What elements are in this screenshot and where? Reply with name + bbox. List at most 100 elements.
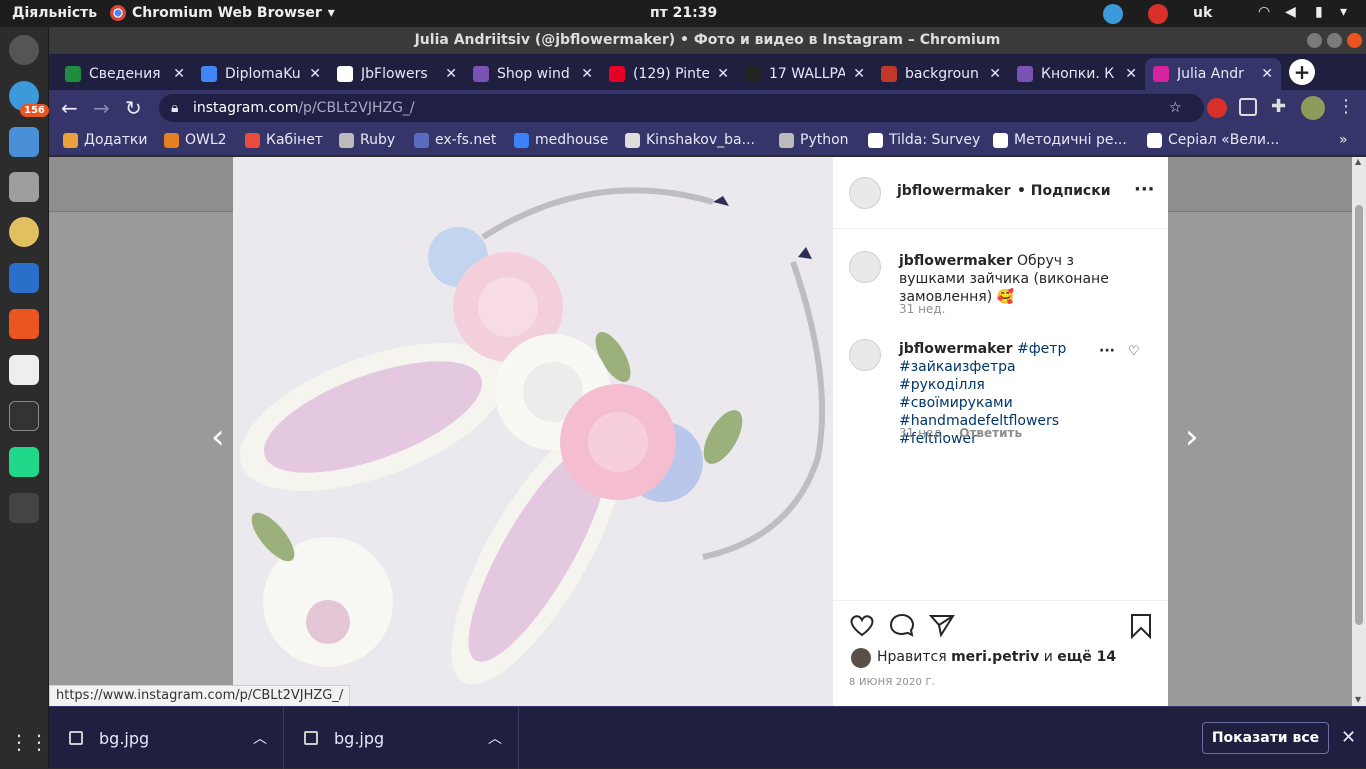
close-tab-icon[interactable]: ✕	[1261, 66, 1273, 82]
clock[interactable]: пт 21:39	[650, 5, 717, 21]
close-window-button[interactable]	[1347, 33, 1362, 48]
show-apps-icon[interactable]: ⋮⋮	[9, 727, 49, 757]
cast-extension-icon[interactable]	[1239, 98, 1257, 116]
save-bookmark-icon[interactable]	[1129, 613, 1153, 639]
bookmark-ex-fs[interactable]: ex-fs.net	[414, 132, 496, 148]
profile-avatar[interactable]	[1301, 96, 1325, 120]
tab-8[interactable]: Кнопки. К ✕	[1009, 58, 1145, 90]
likes-user[interactable]: meri.petriv	[951, 649, 1039, 665]
close-tab-icon[interactable]: ✕	[581, 66, 593, 82]
wifi-icon[interactable]: ◠	[1258, 4, 1270, 20]
mail-dock-icon[interactable]	[9, 127, 39, 157]
reply-button[interactable]: Ответить	[959, 426, 1022, 440]
comment-username[interactable]: jbflowermaker	[899, 341, 1013, 357]
system-menu-chevron-icon[interactable]: ▾	[1340, 4, 1347, 20]
share-paper-plane-icon[interactable]	[929, 613, 955, 637]
reload-icon[interactable]: ↻	[125, 96, 142, 120]
comment-avatar[interactable]	[849, 251, 881, 283]
bookmark-ruby[interactable]: Ruby	[339, 132, 395, 148]
comment-like-heart-icon[interactable]: ♡	[1128, 344, 1140, 359]
no-entry-tray-icon[interactable]	[1148, 4, 1168, 24]
battery-icon[interactable]: ▮	[1315, 4, 1323, 20]
sublime-dock-icon[interactable]	[9, 493, 39, 523]
tab-5[interactable]: (129) Pinte ✕	[601, 58, 737, 90]
comment-avatar[interactable]	[849, 339, 881, 371]
text-editor-dock-icon[interactable]	[9, 355, 39, 385]
like-heart-icon[interactable]	[849, 613, 875, 637]
tab-1[interactable]: Сведения ✕	[57, 58, 193, 90]
previous-post-chevron-icon[interactable]: ‹	[211, 417, 225, 457]
comment-bubble-icon[interactable]	[889, 613, 915, 637]
bookmark-apps[interactable]: Додатки	[63, 132, 147, 148]
scroll-down-arrow-icon[interactable]: ▼	[1355, 695, 1361, 704]
bookmark-serial[interactable]: Серіал «Вели...	[1147, 132, 1279, 148]
bookmark-tilda[interactable]: Tilda: Survey	[868, 132, 980, 148]
rhythmbox-dock-icon[interactable]	[9, 217, 39, 247]
follow-status[interactable]: • Подписки	[1017, 183, 1111, 199]
tab-2[interactable]: DiplomaKu ✕	[193, 58, 329, 90]
instagram-post-modal-overlay[interactable]: ‹ › jbflowermaker • Подписки ··· jbflowe…	[49, 157, 1352, 706]
close-tab-icon[interactable]: ✕	[989, 66, 1001, 82]
bookmark-owl2[interactable]: OWL2	[164, 132, 227, 148]
comment-age[interactable]: 31 нед.	[899, 302, 945, 316]
writer-dock-icon[interactable]	[9, 263, 39, 293]
more-options-icon[interactable]: ···	[1134, 179, 1155, 200]
activities-button[interactable]: Діяльність	[12, 5, 97, 21]
tab-7[interactable]: backgroun ✕	[873, 58, 1009, 90]
comment-age[interactable]: 31 нед.	[899, 426, 945, 440]
minimize-button[interactable]	[1307, 33, 1322, 48]
comment-more-icon[interactable]: ···	[1099, 343, 1115, 359]
liker-avatar[interactable]	[851, 648, 871, 668]
tab-6[interactable]: 17 WALLPA ✕	[737, 58, 873, 90]
author-username[interactable]: jbflowermaker	[897, 183, 1011, 199]
comment-username[interactable]: jbflowermaker	[899, 253, 1013, 269]
bookmark-kinshakov[interactable]: Kinshakov_ba...	[625, 132, 755, 148]
show-all-downloads-button[interactable]: Показати все	[1202, 722, 1329, 754]
scroll-up-arrow-icon[interactable]: ▲	[1355, 157, 1361, 166]
extensions-puzzle-icon[interactable]: ✚	[1271, 96, 1286, 117]
close-tab-icon[interactable]: ✕	[445, 66, 457, 82]
close-tab-icon[interactable]: ✕	[717, 66, 729, 82]
volume-icon[interactable]: ◀	[1285, 4, 1296, 20]
bookmarks-overflow-icon[interactable]: »	[1339, 132, 1348, 148]
close-tab-icon[interactable]: ✕	[309, 66, 321, 82]
pycharm-dock-icon[interactable]	[9, 447, 39, 477]
software-dock-icon[interactable]	[9, 309, 39, 339]
page-scrollbar[interactable]: ▲ ▼	[1352, 157, 1366, 706]
telegram-tray-icon[interactable]	[1103, 4, 1123, 24]
app-menu[interactable]: Chromium Web Browser ▾	[110, 5, 335, 21]
keyboard-layout[interactable]: uk	[1193, 5, 1212, 21]
author-avatar[interactable]	[849, 177, 881, 209]
lock-icon[interactable]: 🔒︎	[171, 94, 178, 122]
bookmark-python[interactable]: Python	[779, 132, 849, 148]
back-arrow-icon[interactable]: ←	[61, 96, 78, 120]
close-download-shelf-icon[interactable]: ✕	[1341, 727, 1356, 748]
chevron-up-icon[interactable]: ︿	[253, 728, 267, 748]
tab-9-active[interactable]: Julia Andr ✕	[1145, 58, 1281, 90]
likes-more[interactable]: ещё 14	[1057, 649, 1116, 665]
forward-arrow-icon[interactable]: →	[93, 96, 110, 120]
scrollbar-thumb[interactable]	[1355, 205, 1363, 625]
adblock-extension-icon[interactable]	[1207, 98, 1227, 118]
next-post-chevron-icon[interactable]: ›	[1185, 417, 1199, 457]
post-photo[interactable]	[233, 157, 833, 706]
post-date[interactable]: 8 ИЮНЯ 2020 Г.	[849, 677, 935, 688]
address-bar[interactable]: 🔒︎ instagram.com/p/CBLt2VJHZG_/ ☆	[159, 94, 1204, 122]
menu-kebab-icon[interactable]: ⋮	[1337, 96, 1355, 117]
bookmark-metodychni[interactable]: Методичні ре...	[993, 132, 1127, 148]
maximize-button[interactable]	[1327, 33, 1342, 48]
bookmark-star-icon[interactable]: ☆	[1169, 94, 1182, 122]
tab-4[interactable]: Shop wind ✕	[465, 58, 601, 90]
close-tab-icon[interactable]: ✕	[853, 66, 865, 82]
bookmark-medhouse[interactable]: medhouse	[514, 132, 608, 148]
chromium-dock-icon[interactable]	[9, 35, 39, 65]
close-tab-icon[interactable]: ✕	[173, 66, 185, 82]
chevron-up-icon[interactable]: ︿	[488, 728, 502, 748]
terminal-dock-icon[interactable]	[9, 401, 39, 431]
download-item[interactable]: bg.jpg ︿	[49, 707, 284, 769]
tab-3[interactable]: JbFlowers ✕	[329, 58, 465, 90]
download-item[interactable]: bg.jpg ︿	[284, 707, 519, 769]
bookmark-kabinet[interactable]: Кабінет	[245, 132, 323, 148]
new-tab-button[interactable]: +	[1289, 59, 1315, 85]
close-tab-icon[interactable]: ✕	[1125, 66, 1137, 82]
